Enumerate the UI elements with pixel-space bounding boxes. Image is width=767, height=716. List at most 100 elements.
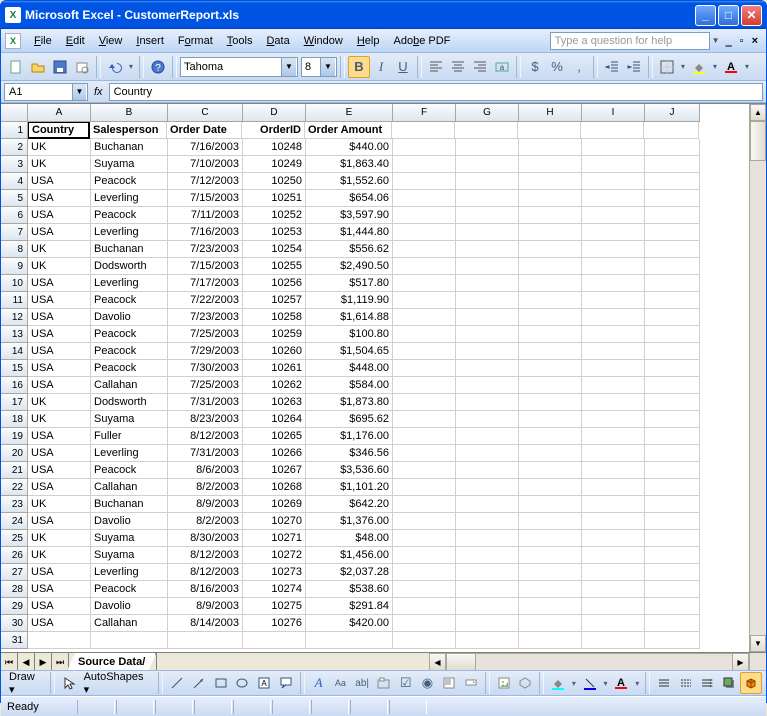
cell[interactable] [582,615,645,632]
comma-button[interactable]: , [568,56,590,78]
row-header[interactable]: 30 [1,615,28,632]
cell[interactable]: UK [28,411,91,428]
cell[interactable]: $1,176.00 [306,428,393,445]
cell[interactable] [456,445,519,462]
cell[interactable]: Leverling [91,275,168,292]
cell[interactable]: USA [28,309,91,326]
cell[interactable]: USA [28,360,91,377]
col-header-G[interactable]: G [456,104,519,122]
3d-icon[interactable] [740,672,762,694]
minimize-button[interactable]: _ [695,5,716,26]
cell[interactable] [582,411,645,428]
cell[interactable] [456,377,519,394]
menu-format[interactable]: Format [171,33,220,49]
col-header-A[interactable]: A [28,104,91,122]
cells-grid[interactable]: CountrySalespersonOrder DateOrderIDOrder… [28,122,749,649]
menu-file[interactable]: File [27,33,59,49]
cell[interactable]: $538.60 [306,581,393,598]
cell[interactable] [519,496,582,513]
cell[interactable]: Callahan [91,615,168,632]
cell[interactable]: $654.06 [306,190,393,207]
cell[interactable] [582,190,645,207]
cell[interactable] [456,258,519,275]
cell[interactable] [91,632,168,649]
cell[interactable] [645,360,700,377]
cell[interactable]: USA [28,615,91,632]
cell[interactable]: 10268 [243,479,306,496]
cell[interactable]: Country [28,122,90,139]
tab-nav-prev-icon[interactable]: ◀ [18,653,35,670]
cell[interactable] [393,411,456,428]
cell[interactable]: $1,552.60 [306,173,393,190]
horizontal-scrollbar[interactable]: ◀ ▶ [429,653,749,670]
cell[interactable] [456,139,519,156]
scroll-left-icon[interactable]: ◀ [429,653,446,670]
cell[interactable]: $100.80 [306,326,393,343]
textbox-icon[interactable]: A [253,672,275,694]
cell[interactable] [582,173,645,190]
cell[interactable] [456,190,519,207]
cell[interactable]: 10260 [243,343,306,360]
cell[interactable] [645,139,700,156]
col-header-D[interactable]: D [243,104,306,122]
cell[interactable] [645,496,700,513]
cell[interactable] [645,564,700,581]
cell[interactable] [582,360,645,377]
cell[interactable]: Leverling [91,190,168,207]
cell[interactable]: UK [28,547,91,564]
line-dropdown-icon[interactable]: ▾ [601,672,611,694]
autoshapes-menu[interactable]: AutoShapes ▾ [80,671,156,696]
cell[interactable] [456,632,519,649]
cell[interactable]: 10248 [243,139,306,156]
cell[interactable]: USA [28,598,91,615]
cell[interactable] [645,632,700,649]
cell[interactable]: $1,456.00 [306,547,393,564]
cell[interactable]: 10276 [243,615,306,632]
row-header[interactable]: 16 [1,377,28,394]
cell[interactable]: 10252 [243,207,306,224]
group-box-icon[interactable] [373,672,395,694]
arrow-style-icon[interactable] [697,672,719,694]
cell[interactable] [393,564,456,581]
cell[interactable]: USA [28,326,91,343]
cell[interactable] [519,598,582,615]
cell[interactable]: Peacock [91,462,168,479]
cell[interactable] [645,326,700,343]
menu-adobe-pdf[interactable]: Adobe PDF [386,33,457,49]
mdi-min-button[interactable]: ▫ [736,35,748,47]
cell[interactable] [393,190,456,207]
cell[interactable] [581,122,644,139]
cell[interactable] [456,581,519,598]
cell[interactable] [393,360,456,377]
cell[interactable]: Leverling [91,224,168,241]
checkbox-icon[interactable]: ☑ [395,672,417,694]
ab-icon[interactable]: ab| [351,672,373,694]
cell[interactable] [456,513,519,530]
cell[interactable] [519,292,582,309]
row-header[interactable]: 9 [1,258,28,275]
row-header[interactable]: 4 [1,173,28,190]
cell[interactable]: 8/14/2003 [168,615,243,632]
cell[interactable]: $556.62 [306,241,393,258]
select-objects-icon[interactable] [58,672,80,694]
align-right-icon[interactable] [469,56,491,78]
cell[interactable]: Dodsworth [91,258,168,275]
row-header[interactable]: 26 [1,547,28,564]
cell[interactable] [519,564,582,581]
cell[interactable]: USA [28,581,91,598]
row-header[interactable]: 1 [1,122,28,139]
cell[interactable]: $291.84 [306,598,393,615]
merge-center-icon[interactable]: a [491,56,513,78]
cell[interactable]: $695.62 [306,411,393,428]
cell[interactable] [393,343,456,360]
cell[interactable]: 10259 [243,326,306,343]
cell[interactable]: UK [28,156,91,173]
row-header[interactable]: 7 [1,224,28,241]
cell[interactable] [519,581,582,598]
cell[interactable] [393,224,456,241]
borders-dropdown-icon[interactable]: ▾ [678,56,688,78]
cell[interactable]: USA [28,275,91,292]
cell[interactable] [456,462,519,479]
cell[interactable] [582,445,645,462]
col-header-F[interactable]: F [393,104,456,122]
